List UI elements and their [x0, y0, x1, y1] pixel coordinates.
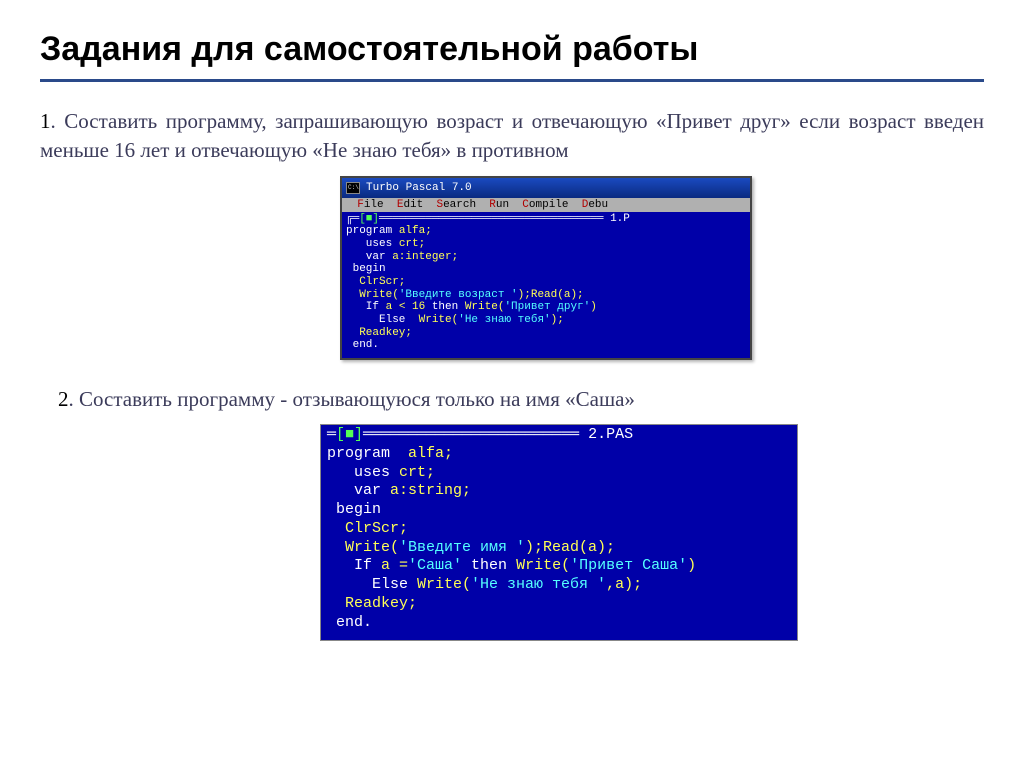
turbo-pascal-window-1: Turbo Pascal 7.0 File Edit Search Run Co… [340, 176, 752, 360]
code-line: ClrScr; [327, 520, 791, 539]
task2-body: . Составить программу - отзывающуюся тол… [69, 387, 635, 411]
editor-frame-top: ═[■]════════════════════════ 2.PAS [327, 426, 791, 445]
code-line: program alfa; [346, 225, 746, 238]
task1-body: . Составить программу, запрашивающую воз… [40, 109, 984, 162]
task2-text: 2. Составить программу - отзывающуюся то… [58, 385, 984, 414]
task1-number: 1 [40, 109, 51, 133]
code-line: uses crt; [346, 238, 746, 251]
code-line: Else Write('He знаю тебя ',a); [327, 576, 791, 595]
code-line: uses crt; [327, 464, 791, 483]
code-line: begin [327, 501, 791, 520]
cmd-icon [346, 182, 360, 194]
window-title: Turbo Pascal 7.0 [366, 182, 472, 194]
task1-text: 1. Составить программу, запрашивающую во… [40, 107, 984, 166]
window-titlebar: Turbo Pascal 7.0 [342, 178, 750, 198]
code-line: If a ='Caшa' then Write('Пpивет Caшa') [327, 557, 791, 576]
code-line: Readkey; [346, 327, 746, 340]
code-line: Write('Введите возpaст ');Read(a); [346, 289, 746, 302]
code-line: Write('Введите имя ');Read(a); [327, 539, 791, 558]
code-line: var a:integer; [346, 251, 746, 264]
code-line: If a < 16 then Write('Пpивет дpуг') [346, 301, 746, 314]
code-line: var a:string; [327, 482, 791, 501]
editor-frame-top: ╔═[■]══════════════════════════════════ … [346, 213, 746, 226]
code-line: program alfa; [327, 445, 791, 464]
task2-number: 2 [58, 387, 69, 411]
code-line: ClrScr; [346, 276, 746, 289]
code-line: end. [346, 339, 746, 352]
menu-bar[interactable]: File Edit Search Run Compile Debu [342, 198, 750, 212]
code-line: Readkey; [327, 595, 791, 614]
editor-area: ╔═[■]══════════════════════════════════ … [342, 212, 750, 358]
code-line: end. [327, 614, 791, 633]
slide-title: Задания для самостоятельной работы [40, 30, 984, 82]
turbo-pascal-window-2: ═[■]════════════════════════ 2.PAS progr… [320, 424, 798, 641]
code-line: begin [346, 263, 746, 276]
code-line: Else Write('He знаю тебя'); [346, 314, 746, 327]
